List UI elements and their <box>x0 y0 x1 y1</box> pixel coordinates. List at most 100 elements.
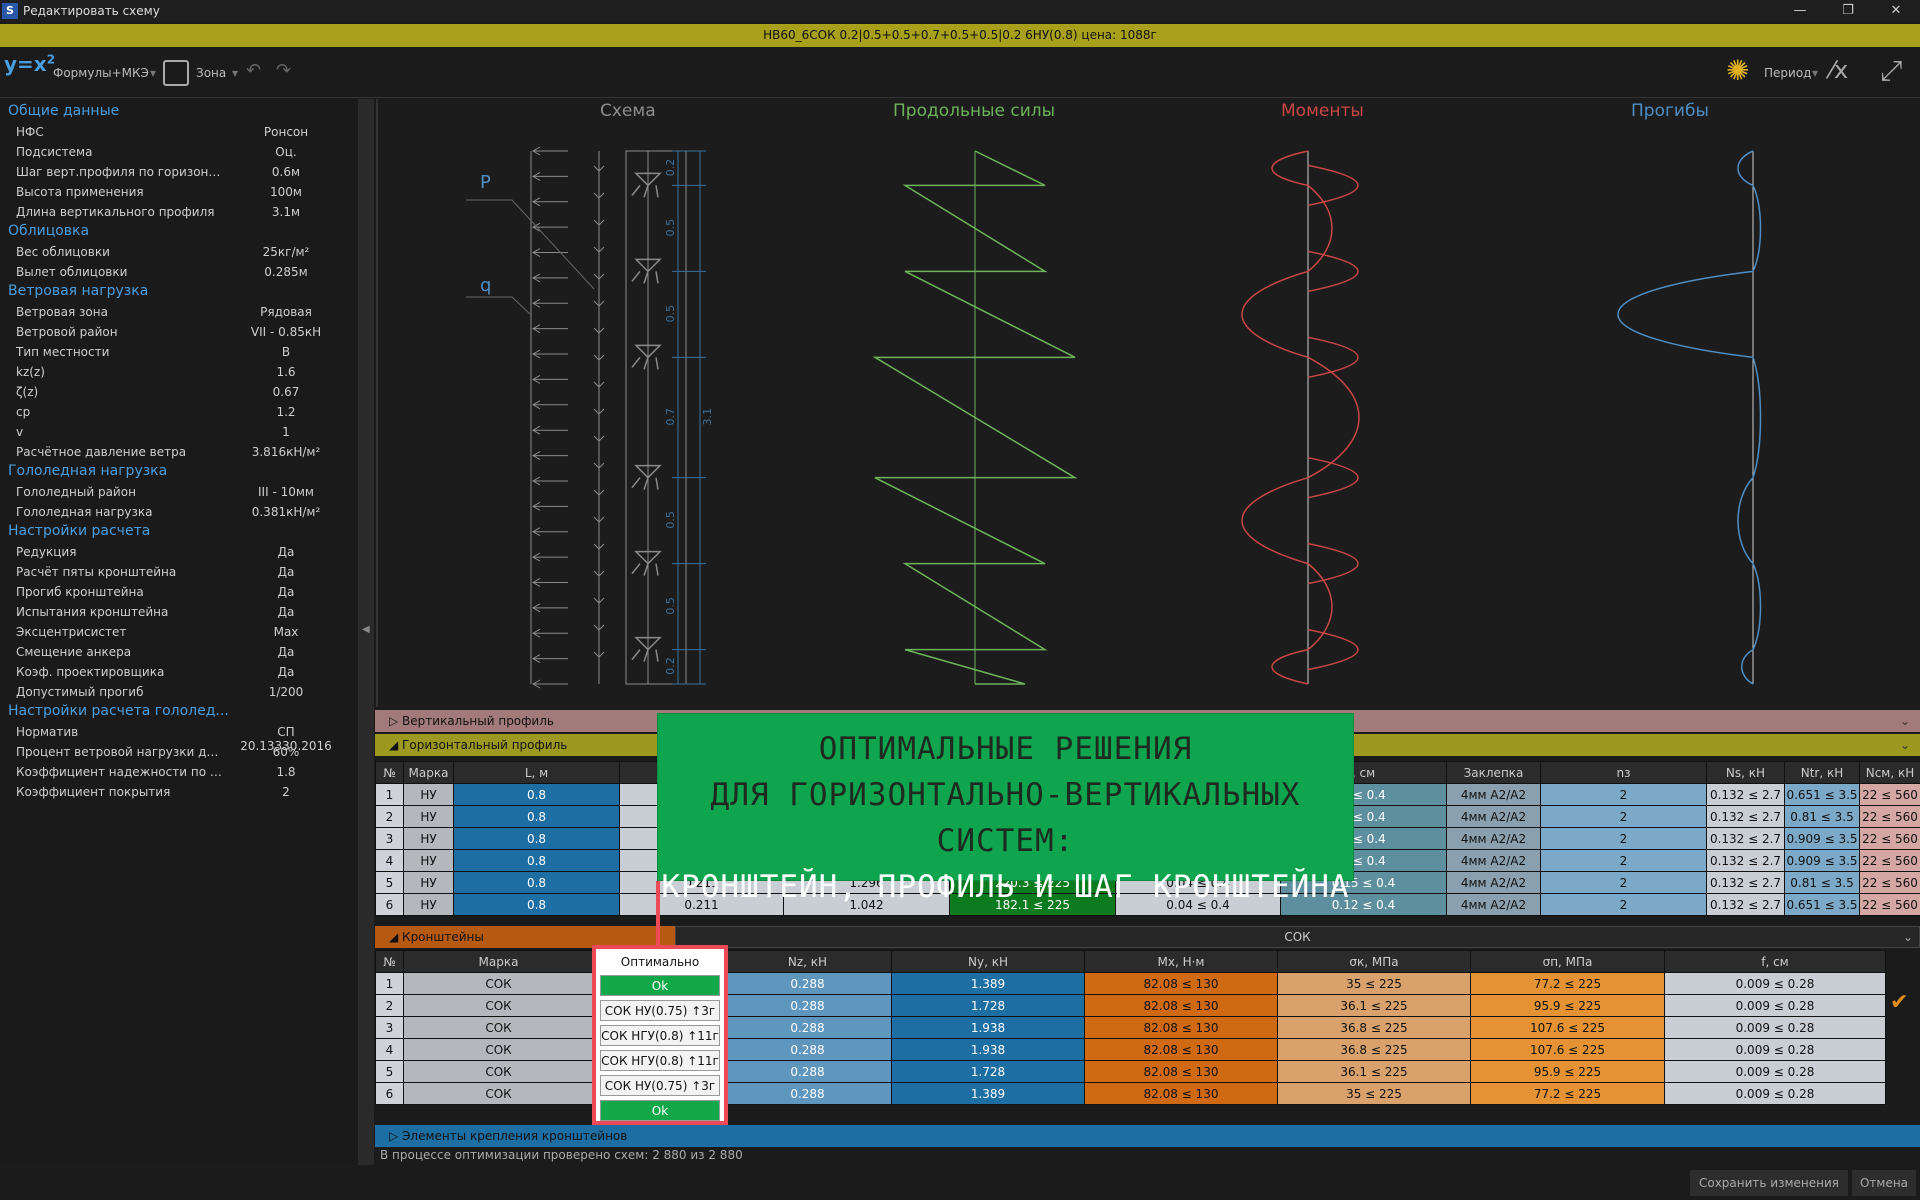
cell-sk[interactable]: 35 ≤ 225 <box>1277 1082 1471 1105</box>
property-value[interactable]: Да <box>230 665 342 679</box>
cell-n[interactable]: 5 <box>375 871 404 894</box>
section-dropdown-icon[interactable]: ⌄ <box>1900 734 1910 756</box>
cell-m[interactable]: НУ <box>403 893 454 916</box>
cell-ns[interactable]: 0.132 ≤ 2.7 <box>1706 805 1785 828</box>
undo-icon[interactable]: ↶ <box>246 60 261 81</box>
cell-sk[interactable]: 36.8 ≤ 225 <box>1277 1038 1471 1061</box>
cell-nz[interactable]: 0.288 <box>723 1060 892 1083</box>
cell-ntr[interactable]: 0.81 ≤ 3.5 <box>1784 805 1860 828</box>
cell-nz[interactable]: 2 <box>1540 827 1707 850</box>
cell-nz[interactable]: 0.288 <box>723 972 892 995</box>
cell-l[interactable]: 0.8 <box>453 805 620 828</box>
fastening-section[interactable]: ▷ Элементы крепления кронштейнов <box>375 1125 1920 1147</box>
col-header[interactable]: Ns, кН <box>1706 761 1785 784</box>
property-value[interactable]: 3.1м <box>230 205 342 219</box>
optimal-solution-cell[interactable]: Ok <box>600 975 720 996</box>
period-dropdown-icon[interactable]: ▾ <box>1812 66 1818 80</box>
cell-m[interactable]: НУ <box>403 805 454 828</box>
cell-n[interactable]: 2 <box>375 805 404 828</box>
cell-nsm[interactable]: 22 ≤ 560 <box>1859 805 1920 828</box>
cell-m[interactable]: СОК <box>403 972 594 995</box>
optimal-solution-cell[interactable]: СОК НГУ(0.8) ↑11г <box>600 1025 720 1046</box>
property-value[interactable]: 1.2 <box>230 405 342 419</box>
property-value[interactable]: III - 10мм <box>230 485 342 499</box>
col-header[interactable]: σп, МПа <box>1470 950 1665 973</box>
cell-z[interactable]: 4мм A2/A2 <box>1446 849 1541 872</box>
zone-button[interactable]: Зона <box>196 66 226 80</box>
cell-mx[interactable]: 82.08 ≤ 130 <box>1084 1082 1278 1105</box>
col-header[interactable]: Mx, Н·м <box>1084 950 1278 973</box>
property-value[interactable]: Да <box>230 545 342 559</box>
cell-nz[interactable]: 2 <box>1540 783 1707 806</box>
cell-z[interactable]: 4мм A2/A2 <box>1446 783 1541 806</box>
cell-ntr[interactable]: 0.909 ≤ 3.5 <box>1784 849 1860 872</box>
property-value[interactable]: 0.381кН/м² <box>230 505 342 519</box>
col-header[interactable]: Ntr, кН <box>1784 761 1860 784</box>
col-header[interactable]: Nсм, кН <box>1859 761 1920 784</box>
col-header[interactable]: № <box>375 950 404 973</box>
optimal-solution-cell[interactable]: СОК НУ(0.75) ↑3г <box>600 1000 720 1021</box>
formula-mode-button[interactable]: Формулы+МКЭ <box>53 66 149 80</box>
cell-z[interactable]: 4мм A2/A2 <box>1446 827 1541 850</box>
zone-icon[interactable] <box>163 60 189 86</box>
cell-nz[interactable]: 2 <box>1540 805 1707 828</box>
cell-z[interactable]: 4мм A2/A2 <box>1446 871 1541 894</box>
property-value[interactable]: 60% <box>230 745 342 759</box>
cell-nsm[interactable]: 22 ≤ 560 <box>1859 783 1920 806</box>
section-dropdown-icon[interactable]: ⌄ <box>1900 710 1910 732</box>
group-title[interactable]: Общие данные <box>8 103 119 119</box>
cell-ny[interactable]: 1.389 <box>891 972 1085 995</box>
close-icon[interactable]: ✕ <box>1876 0 1916 22</box>
property-value[interactable]: 25кг/м² <box>230 245 342 259</box>
property-value[interactable]: Max <box>230 625 342 639</box>
cell-sk[interactable]: 36.1 ≤ 225 <box>1277 994 1471 1017</box>
cell-nsm[interactable]: 22 ≤ 560 <box>1859 893 1920 916</box>
cell-ny[interactable]: 1.728 <box>891 994 1085 1017</box>
cell-m[interactable]: СОК <box>403 994 594 1017</box>
cell-nz[interactable]: 0.288 <box>723 1082 892 1105</box>
cell-nz[interactable]: 2 <box>1540 893 1707 916</box>
cell-m[interactable]: СОК <box>403 1038 594 1061</box>
property-value[interactable]: 1.8 <box>230 765 342 779</box>
property-value[interactable]: Ронсон <box>230 125 342 139</box>
function-chart-icon[interactable]: ⁄x <box>1830 56 1848 84</box>
zone-dropdown-icon[interactable]: ▾ <box>232 66 238 80</box>
cell-sk[interactable]: 36.8 ≤ 225 <box>1277 1016 1471 1039</box>
bracket-type-select[interactable]: СОК ⌄ <box>675 926 1920 948</box>
cell-n[interactable]: 6 <box>375 893 404 916</box>
cell-ns[interactable]: 0.132 ≤ 2.7 <box>1706 783 1785 806</box>
group-title[interactable]: Гололедная нагрузка <box>8 463 167 479</box>
cell-mx[interactable]: 82.08 ≤ 130 <box>1084 1038 1278 1061</box>
group-title[interactable]: Настройки расчета гололед... <box>8 703 229 719</box>
property-value[interactable]: Да <box>230 585 342 599</box>
cell-z[interactable]: 4мм A2/A2 <box>1446 805 1541 828</box>
cell-nz[interactable]: 0.288 <box>723 1016 892 1039</box>
cell-n[interactable]: 5 <box>375 1060 404 1083</box>
property-value[interactable]: Да <box>230 565 342 579</box>
cell-ns[interactable]: 0.132 ≤ 2.7 <box>1706 849 1785 872</box>
col-header[interactable]: L, м <box>453 761 620 784</box>
cell-nz[interactable]: 0.288 <box>723 994 892 1017</box>
cell-ny[interactable]: 1.938 <box>891 1038 1085 1061</box>
optimal-solution-cell[interactable]: Ok <box>600 1100 720 1121</box>
property-value[interactable]: VII - 0.85кН <box>230 325 342 339</box>
cell-m[interactable]: СОК <box>403 1082 594 1105</box>
col-header[interactable]: Nz, кН <box>723 950 892 973</box>
checkmark-icon[interactable]: ✔ <box>1890 990 1908 1015</box>
cell-ns[interactable]: 0.132 ≤ 2.7 <box>1706 871 1785 894</box>
property-value[interactable]: 100м <box>230 185 342 199</box>
cell-l[interactable]: 0.8 <box>453 783 620 806</box>
col-header[interactable]: σк, МПа <box>1277 950 1471 973</box>
cell-ntr[interactable]: 0.651 ≤ 3.5 <box>1784 783 1860 806</box>
optimal-solution-cell[interactable]: СОК НУ(0.75) ↑3г <box>600 1075 720 1096</box>
cell-n[interactable]: 3 <box>375 1016 404 1039</box>
cell-sp[interactable]: 95.9 ≤ 225 <box>1470 1060 1665 1083</box>
cell-l[interactable]: 0.8 <box>453 893 620 916</box>
panel-collapse-bar[interactable]: ◀ <box>358 99 374 1165</box>
cell-n[interactable]: 3 <box>375 827 404 850</box>
cell-ns[interactable]: 0.132 ≤ 2.7 <box>1706 893 1785 916</box>
property-value[interactable]: 1/200 <box>230 685 342 699</box>
cell-mx[interactable]: 82.08 ≤ 130 <box>1084 1060 1278 1083</box>
cancel-button[interactable]: Отмена <box>1852 1170 1916 1196</box>
cell-f[interactable]: 0.009 ≤ 0.28 <box>1664 972 1886 995</box>
